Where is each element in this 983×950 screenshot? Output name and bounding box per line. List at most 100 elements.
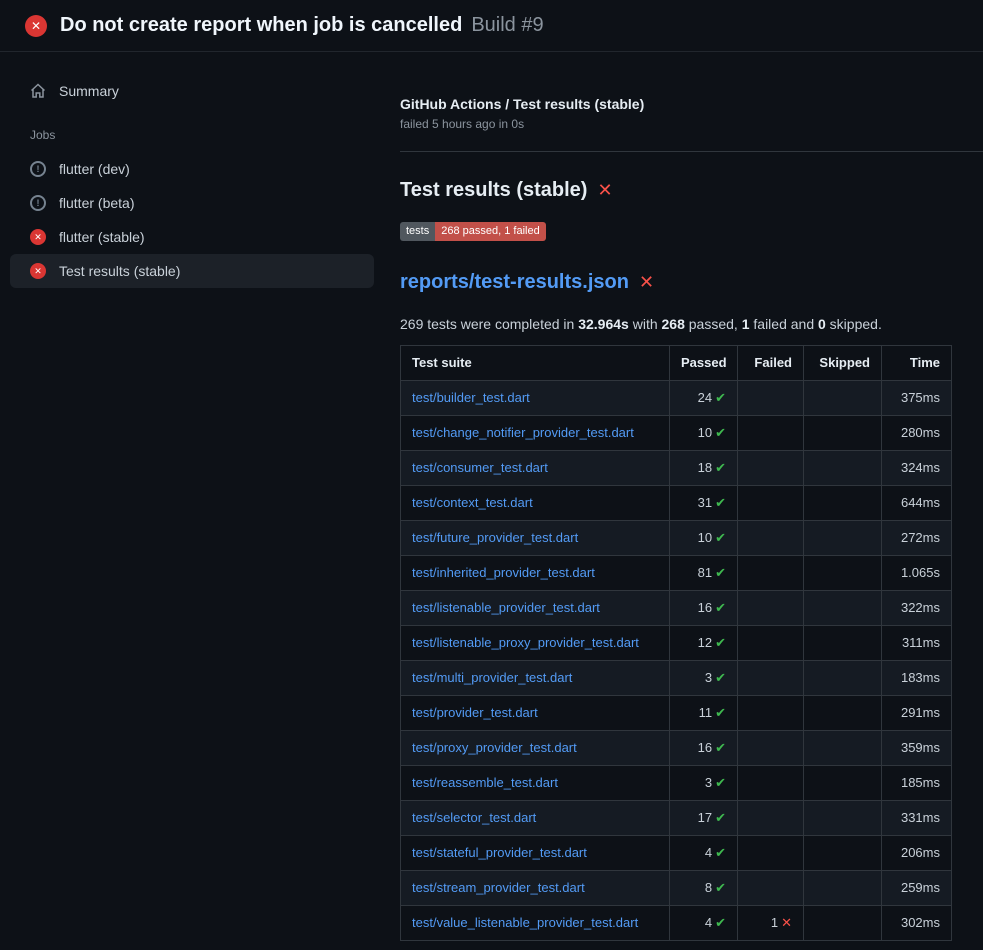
test-suite-link[interactable]: test/consumer_test.dart <box>412 460 548 475</box>
main-content: GitHub Actions / Test results (stable) f… <box>384 52 983 950</box>
neutral-status-icon: ! <box>30 195 46 211</box>
column-header-time: Time <box>882 346 952 381</box>
sidebar-item-label: Summary <box>59 83 119 99</box>
sidebar-item-flutter-beta[interactable]: ! flutter (beta) <box>10 186 374 220</box>
test-suite-link[interactable]: test/multi_provider_test.dart <box>412 670 572 685</box>
passed-count: 4 <box>705 915 712 930</box>
test-suite-link[interactable]: test/context_test.dart <box>412 495 533 510</box>
table-row: test/multi_provider_test.dart 3✔ ✕ 183ms <box>401 661 952 696</box>
table-row: test/listenable_provider_test.dart 16✔ ✕… <box>401 591 952 626</box>
table-row: test/change_notifier_provider_test.dart … <box>401 416 952 451</box>
passed-count: 4 <box>705 845 712 860</box>
test-suite-link[interactable]: test/stateful_provider_test.dart <box>412 845 587 860</box>
time-value: 331ms <box>882 801 952 836</box>
test-suite-link[interactable]: test/future_provider_test.dart <box>412 530 578 545</box>
sidebar-item-summary[interactable]: Summary <box>10 74 374 108</box>
passed-count: 10 <box>698 425 712 440</box>
time-value: 280ms <box>882 416 952 451</box>
test-suite-link[interactable]: test/listenable_proxy_provider_test.dart <box>412 635 639 650</box>
passed-count: 17 <box>698 810 712 825</box>
table-row: test/provider_test.dart 11✔ ✕ 291ms <box>401 696 952 731</box>
failed-status-icon: ✕ <box>30 229 46 245</box>
passed-count: 3 <box>705 775 712 790</box>
test-suite-link[interactable]: test/reassemble_test.dart <box>412 775 558 790</box>
test-suite-link[interactable]: test/selector_test.dart <box>412 810 536 825</box>
passed-count: 81 <box>698 565 712 580</box>
check-icon: ✔ <box>715 915 726 930</box>
table-row: test/stateful_provider_test.dart 4✔ ✕ 20… <box>401 836 952 871</box>
check-icon: ✔ <box>715 880 726 895</box>
check-icon: ✔ <box>715 530 726 545</box>
badge-value: 268 passed, 1 failed <box>435 222 545 241</box>
time-value: 322ms <box>882 591 952 626</box>
time-value: 291ms <box>882 696 952 731</box>
test-suite-link[interactable]: test/stream_provider_test.dart <box>412 880 585 895</box>
summary-line: 269 tests were completed in 32.964s with… <box>400 316 952 332</box>
run-status-line: failed 5 hours ago in 0s <box>400 117 952 131</box>
check-icon: ✔ <box>715 495 726 510</box>
table-row: test/context_test.dart 31✔ ✕ 644ms <box>401 486 952 521</box>
table-header-row: Test suite Passed Failed Skipped Time <box>401 346 952 381</box>
sidebar-item-flutter-stable[interactable]: ✕ flutter (stable) <box>10 220 374 254</box>
check-icon: ✔ <box>715 775 726 790</box>
table-row: test/builder_test.dart 24✔ ✕ 375ms <box>401 381 952 416</box>
time-value: 311ms <box>882 626 952 661</box>
column-header-passed: Passed <box>670 346 738 381</box>
table-row: test/reassemble_test.dart 3✔ ✕ 185ms <box>401 766 952 801</box>
passed-count: 3 <box>705 670 712 685</box>
passed-count: 10 <box>698 530 712 545</box>
home-icon <box>30 83 46 99</box>
table-row: test/inherited_provider_test.dart 81✔ ✕ … <box>401 556 952 591</box>
column-header-failed: Failed <box>738 346 804 381</box>
time-value: 644ms <box>882 486 952 521</box>
check-run-title: Do not create report when job is cancell… <box>60 14 462 37</box>
time-value: 302ms <box>882 906 952 941</box>
divider <box>400 151 983 152</box>
test-suite-link[interactable]: test/value_listenable_provider_test.dart <box>412 915 638 930</box>
table-row: test/consumer_test.dart 18✔ ✕ 324ms <box>401 451 952 486</box>
check-icon: ✔ <box>715 460 726 475</box>
test-suite-link[interactable]: test/listenable_provider_test.dart <box>412 600 600 615</box>
failed-x-icon: ✕ <box>639 272 654 293</box>
report-file-link[interactable]: reports/test-results.json <box>400 271 629 294</box>
table-row: test/listenable_proxy_provider_test.dart… <box>401 626 952 661</box>
passed-count: 18 <box>698 460 712 475</box>
test-suite-link[interactable]: test/inherited_provider_test.dart <box>412 565 595 580</box>
test-suite-link[interactable]: test/proxy_provider_test.dart <box>412 740 577 755</box>
failed-x-icon: ✕ <box>597 180 612 201</box>
time-value: 259ms <box>882 871 952 906</box>
x-icon: ✕ <box>781 915 792 930</box>
sidebar-item-flutter-dev[interactable]: ! flutter (dev) <box>10 152 374 186</box>
time-value: 1.065s <box>882 556 952 591</box>
badge-label: tests <box>400 222 435 241</box>
passed-count: 31 <box>698 495 712 510</box>
tests-badge: tests 268 passed, 1 failed <box>400 222 546 241</box>
sidebar-item-test-results-stable[interactable]: ✕ Test results (stable) <box>10 254 374 288</box>
failed-status-icon: ✕ <box>25 15 47 37</box>
check-icon: ✔ <box>715 390 726 405</box>
table-row: test/proxy_provider_test.dart 16✔ ✕ 359m… <box>401 731 952 766</box>
time-value: 185ms <box>882 766 952 801</box>
time-value: 183ms <box>882 661 952 696</box>
test-results-table: Test suite Passed Failed Skipped Time te… <box>400 345 952 941</box>
time-value: 206ms <box>882 836 952 871</box>
time-value: 375ms <box>882 381 952 416</box>
table-row: test/value_listenable_provider_test.dart… <box>401 906 952 941</box>
check-icon: ✔ <box>715 670 726 685</box>
table-row: test/selector_test.dart 17✔ ✕ 331ms <box>401 801 952 836</box>
test-suite-link[interactable]: test/provider_test.dart <box>412 705 538 720</box>
test-suite-link[interactable]: test/change_notifier_provider_test.dart <box>412 425 634 440</box>
check-icon: ✔ <box>715 810 726 825</box>
column-header-skipped: Skipped <box>804 346 882 381</box>
passed-count: 8 <box>705 880 712 895</box>
time-value: 324ms <box>882 451 952 486</box>
test-suite-link[interactable]: test/builder_test.dart <box>412 390 530 405</box>
table-row: test/future_provider_test.dart 10✔ ✕ 272… <box>401 521 952 556</box>
passed-count: 11 <box>699 705 713 720</box>
failed-status-icon: ✕ <box>30 263 46 279</box>
check-icon: ✔ <box>715 600 726 615</box>
passed-count: 16 <box>698 600 712 615</box>
neutral-status-icon: ! <box>30 161 46 177</box>
passed-count: 12 <box>698 635 712 650</box>
check-icon: ✔ <box>715 705 726 720</box>
